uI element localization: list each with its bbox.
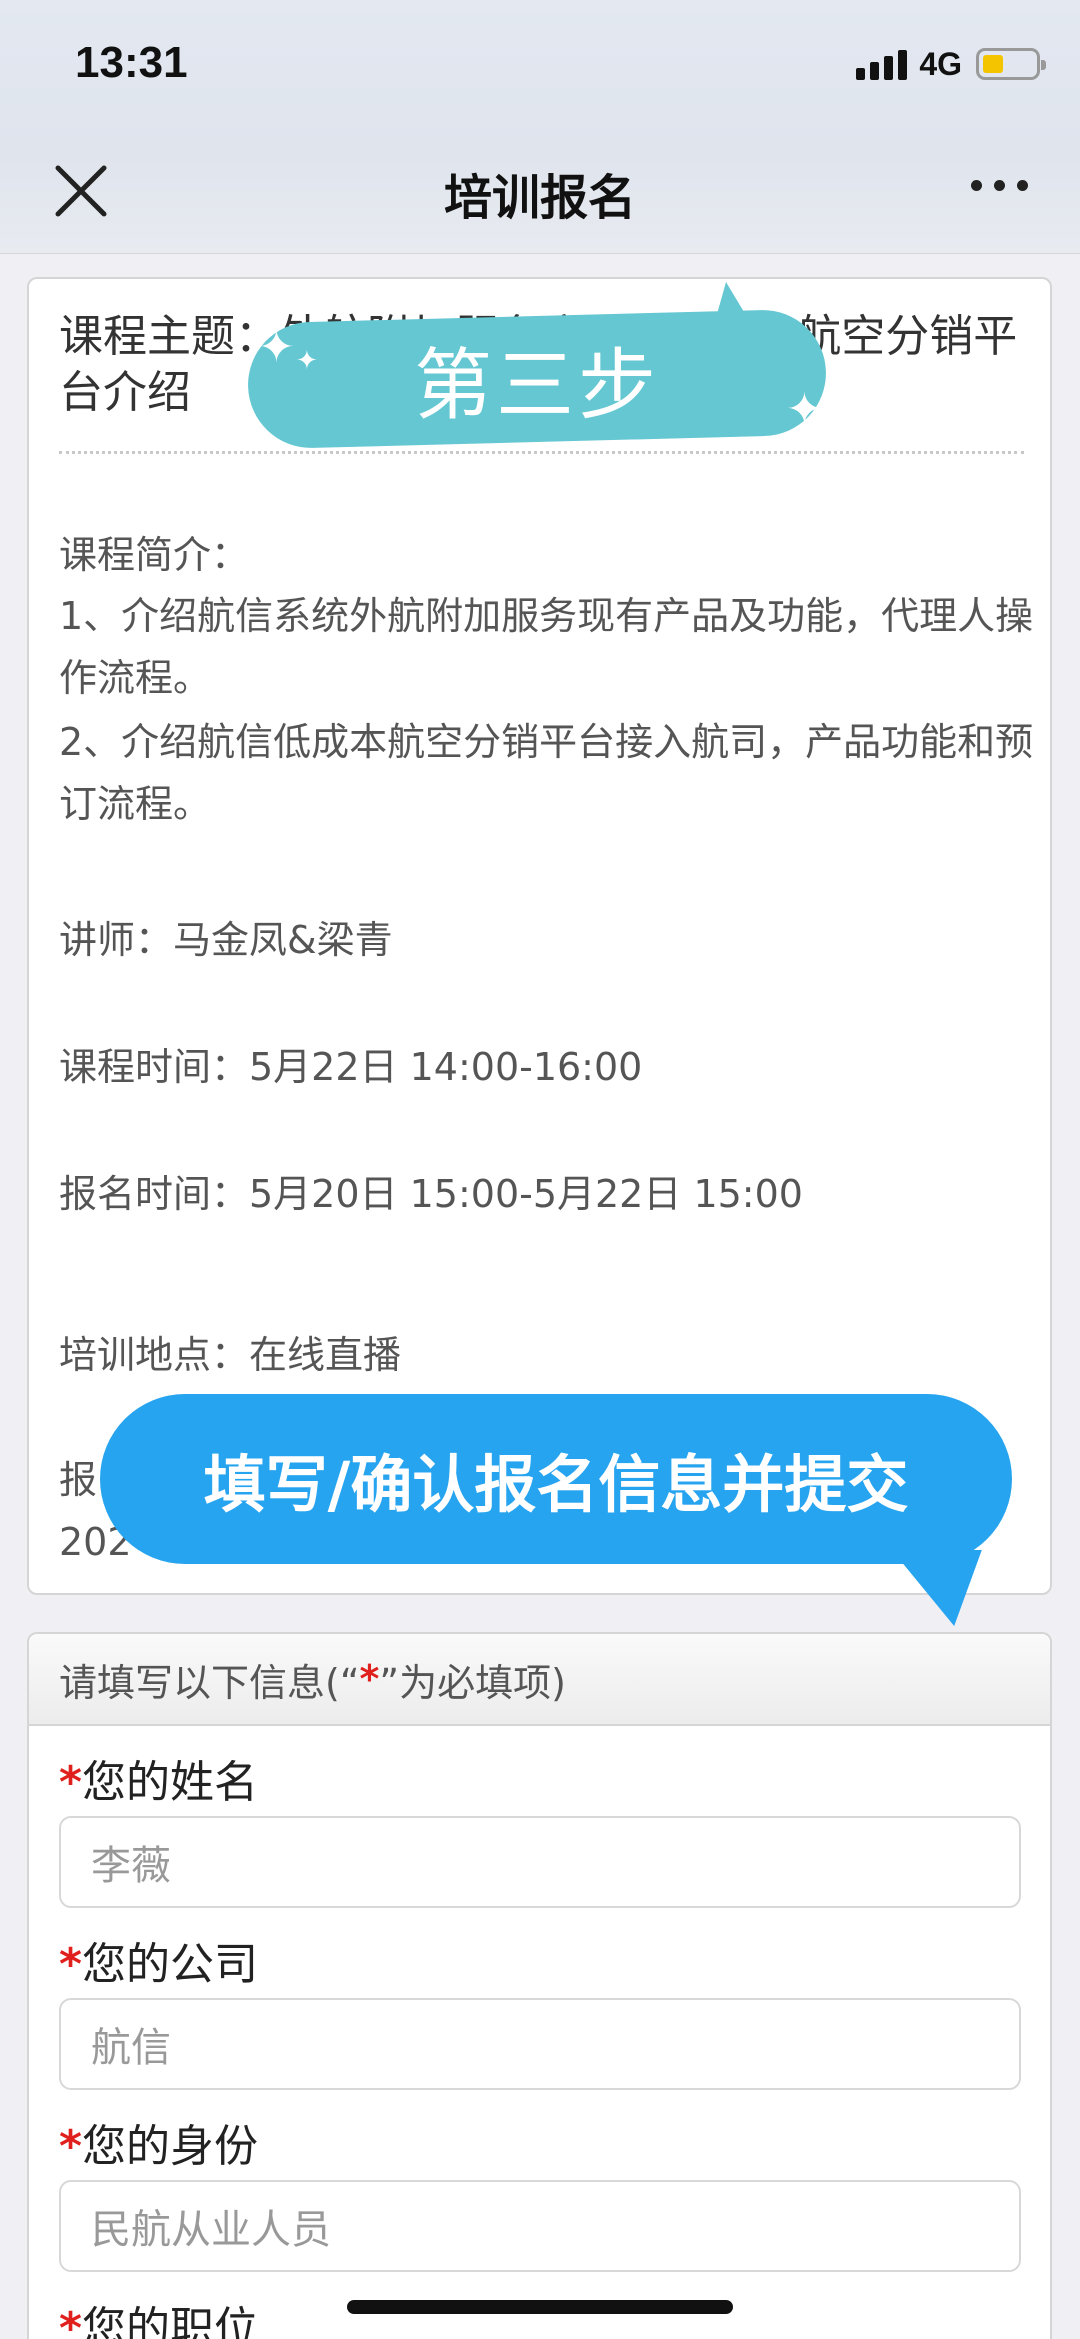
required-star: *	[59, 1757, 83, 1808]
required-star: *	[59, 1939, 83, 1990]
course-time: 课程时间：5月22日 14:00-16:00	[59, 1045, 643, 1089]
name-label-text: 您的姓名	[82, 1757, 259, 1808]
required-star: *	[59, 2303, 83, 2339]
signal-icon	[856, 48, 908, 80]
location: 培训地点：在线直播	[59, 1333, 402, 1377]
signup-time: 报名时间：5月20日 15:00-5月22日 15:00	[59, 1172, 803, 1216]
form-header-text: 请填写以下信息(“	[59, 1660, 360, 1705]
form-header-text-end: ”为必填项)	[379, 1660, 566, 1705]
identity-input[interactable]	[59, 2180, 1021, 2272]
sparkle-icon: ✦	[296, 346, 318, 376]
home-indicator[interactable]	[347, 2300, 733, 2314]
company-label-text: 您的公司	[82, 1939, 259, 1990]
network-label: 4G	[919, 45, 962, 82]
name-input[interactable]	[59, 1816, 1021, 1908]
company-label: *您的公司	[59, 1928, 258, 1992]
step-badge-label: 第三步	[413, 341, 660, 431]
intro-label: 课程简介：	[59, 533, 250, 577]
signup-form: 请填写以下信息(“*”为必填项) *您的姓名 *您的公司 *您的身份 *您的职位	[27, 1632, 1052, 2339]
more-options-icon[interactable]	[971, 180, 1028, 191]
page-title: 培训报名	[443, 170, 636, 226]
status-icons: 4G	[856, 44, 1046, 84]
top-bar: 13:31 4G 培训报名	[0, 0, 1080, 254]
sparkle-icon: ✦	[786, 384, 823, 435]
identity-label-text: 您的身份	[82, 2121, 259, 2172]
status-time: 13:31	[75, 38, 188, 87]
intro-line-2: 2、介绍航信低成本航空分销平台接入航司，产品功能和预订流程。	[59, 720, 1034, 826]
company-input[interactable]	[59, 1998, 1021, 2090]
position-label-text: 您的职位	[82, 2303, 259, 2339]
battery-icon	[976, 48, 1046, 80]
intro-line-1: 1、介绍航信系统外航附加服务现有产品及功能，代理人操作流程。	[59, 594, 1034, 700]
lecturer: 讲师：马金凤&梁青	[59, 918, 393, 962]
form-header: 请填写以下信息(“ * ”为必填项)	[29, 1634, 1050, 1726]
sparkle-icon: ✦	[258, 322, 295, 373]
required-star: *	[359, 1657, 380, 1701]
identity-label: *您的身份	[59, 2110, 258, 2174]
position-label: *您的职位	[59, 2292, 258, 2339]
instruction-bubble: 填写/确认报名信息并提交	[100, 1394, 1012, 1564]
divider	[59, 451, 1024, 454]
name-label: *您的姓名	[59, 1746, 258, 1810]
required-star: *	[59, 2121, 83, 2172]
